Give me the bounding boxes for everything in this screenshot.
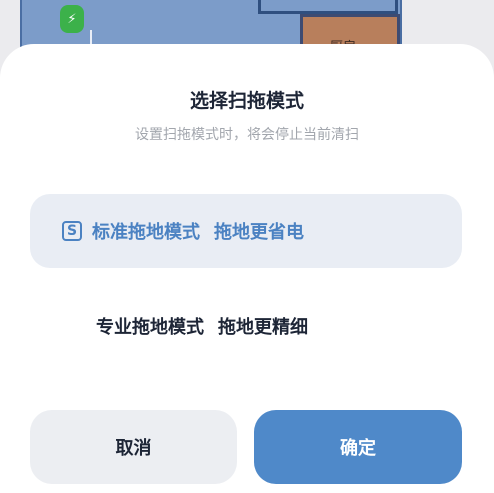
option-standard-mop-mode[interactable]: S 标准拖地模式 拖地更省电 (30, 194, 462, 268)
option-desc: 拖地更省电 (214, 222, 304, 243)
sheet-title: 选择扫拖模式 (189, 90, 304, 112)
screen: 厨房 ⚡ 选择扫拖模式 设置扫拖模式时，将会停止当前清扫 S 标准拖地模式 拖地… (0, 0, 494, 493)
map-room-outline (258, 0, 398, 14)
cancel-button[interactable]: 取消 (30, 410, 237, 484)
option-desc: 拖地更精细 (218, 317, 308, 338)
option-name: 标准拖地模式 (92, 222, 200, 243)
s-mode-icon: S (62, 221, 82, 241)
confirm-button[interactable]: 确定 (254, 410, 462, 484)
option-pro-mop-mode[interactable]: 专业拖地模式 拖地更精细 (30, 289, 462, 363)
mode-select-sheet: 选择扫拖模式 设置扫拖模式时，将会停止当前清扫 S 标准拖地模式 拖地更省电 专… (0, 44, 494, 493)
option-name: 专业拖地模式 (96, 317, 204, 338)
charging-dock-icon: ⚡ (60, 5, 84, 33)
sheet-subtitle: 设置扫拖模式时，将会停止当前清扫 (135, 127, 359, 143)
